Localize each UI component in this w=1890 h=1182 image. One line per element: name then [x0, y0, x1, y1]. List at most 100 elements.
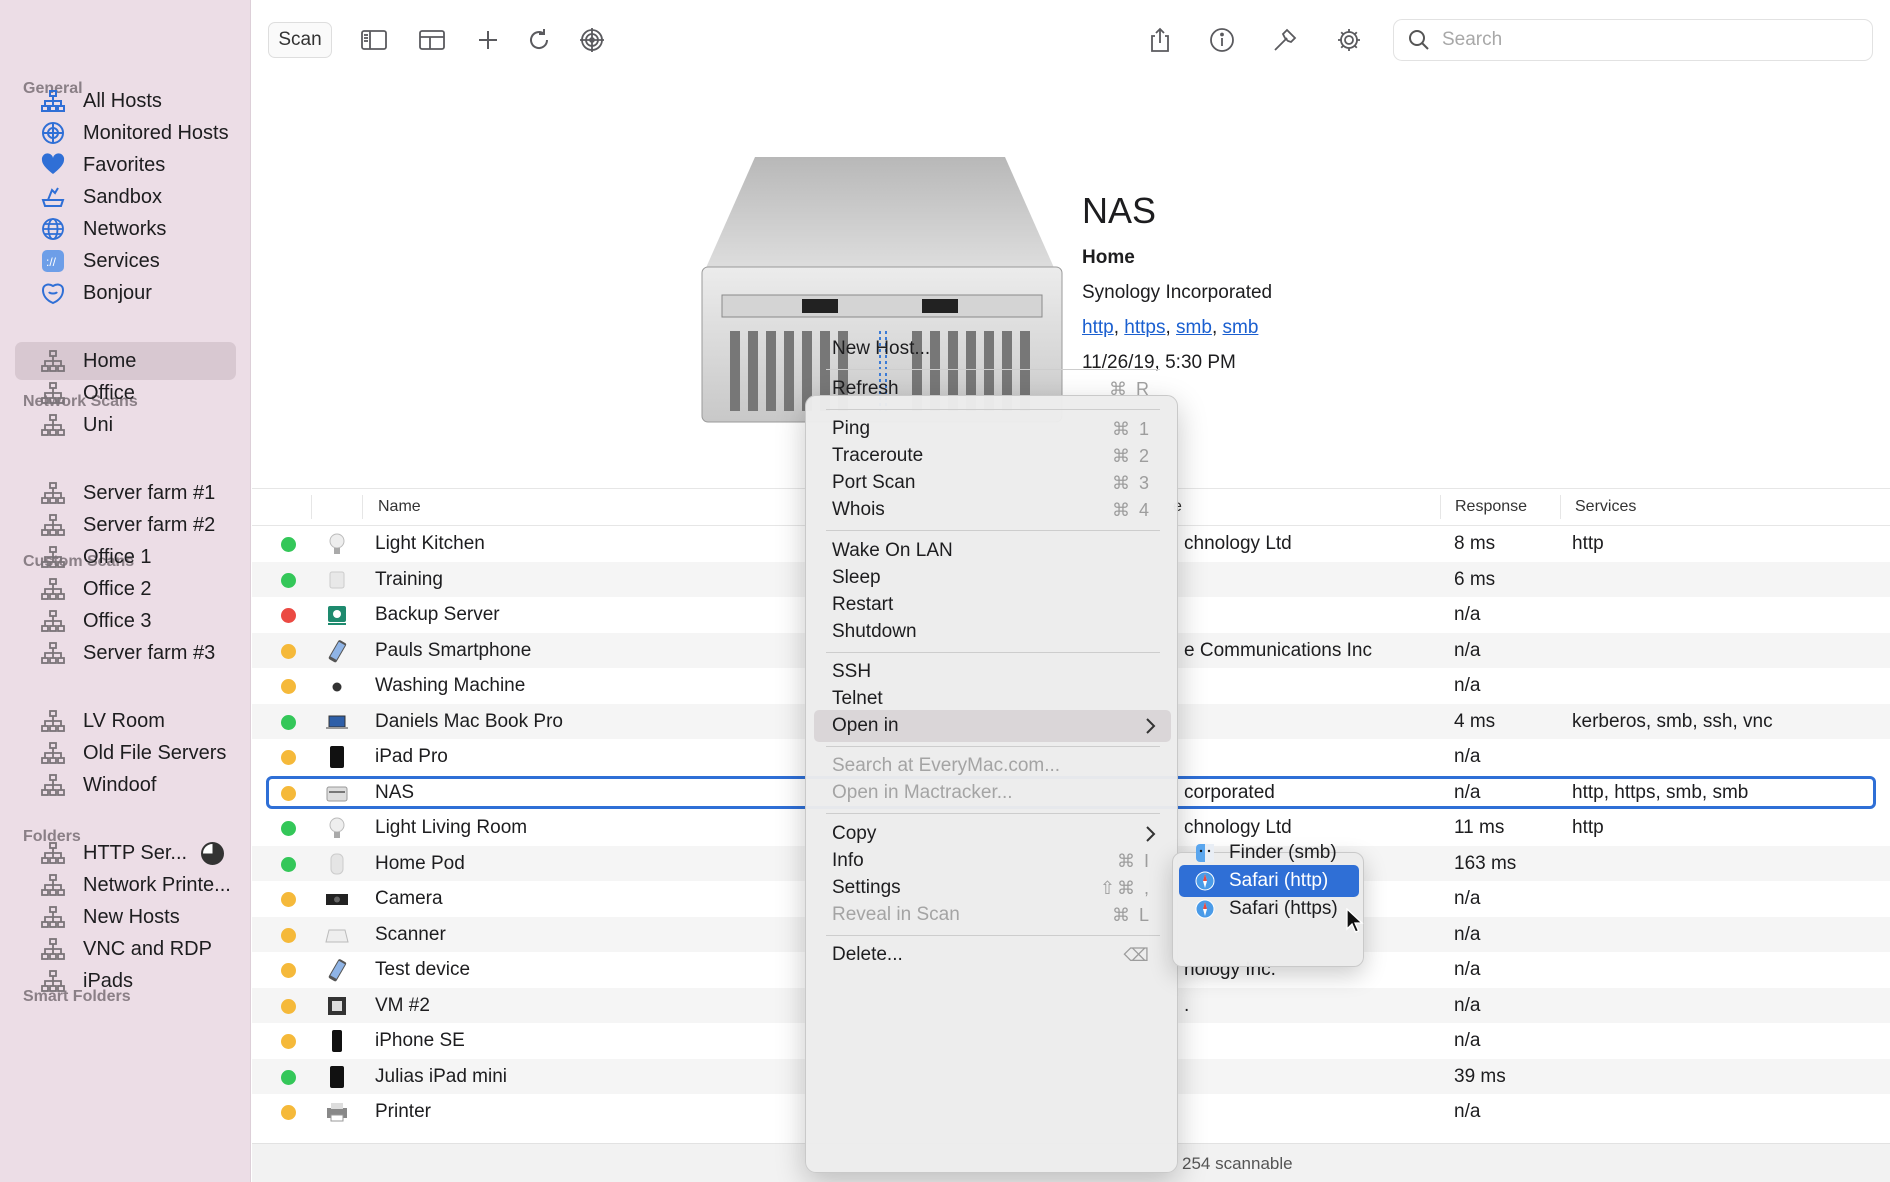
sidebar-item-ipads[interactable]: iPads: [15, 962, 236, 1000]
sidebar-item-server-farm-3[interactable]: Server farm #3: [15, 634, 236, 672]
sidebar-item-uni[interactable]: Uni: [15, 406, 236, 444]
response-cell: n/a: [1454, 959, 1481, 980]
sidebar-item-label: Office 1: [83, 545, 152, 568]
add-icon[interactable]: [468, 22, 508, 58]
network-icon: [40, 936, 66, 962]
status-dot: [281, 714, 296, 730]
mouse-cursor-icon: [1346, 908, 1364, 933]
menu-item-reveal-in-scan[interactable]: Reveal in Scan ⌘ L: [814, 899, 1171, 931]
column-name[interactable]: Name: [378, 498, 421, 516]
scan-button[interactable]: Scan: [268, 22, 332, 58]
menu-shortcut: ⌘ 1: [1111, 418, 1151, 439]
menu-item-label: Traceroute: [832, 445, 924, 466]
context-menu: New Host... Refresh ⌘ R Ping ⌘ 1 Traceroute ⌘ …: [805, 338, 1178, 1173]
status-dot: [281, 1034, 296, 1049]
toolbar: Scan: [252, 0, 1890, 76]
camera-icon: [324, 886, 350, 912]
info-icon[interactable]: [1202, 22, 1242, 58]
response-cell: 8 ms: [1454, 533, 1496, 554]
menu-item-label: Settings: [832, 877, 901, 898]
menu-item-label: Reveal in Scan: [832, 904, 960, 925]
globe-icon: [40, 216, 66, 242]
host-name-cell: Light Kitchen: [375, 533, 485, 554]
host-name-cell: Camera: [375, 888, 443, 909]
menu-item-label: Open in: [832, 715, 899, 736]
vendor-cell: corporated: [1184, 781, 1275, 803]
menu-item-open-in-mactracker[interactable]: Open in Mactracker...: [814, 777, 1171, 809]
menu-separator: [826, 813, 1160, 814]
sidebar-item-label: Home: [83, 349, 137, 372]
host-detail: NAS Home Synology Incorporated http, htt…: [1082, 190, 1272, 373]
response-cell: n/a: [1454, 888, 1481, 909]
network-icon: [40, 544, 66, 570]
menu-item-label: Whois: [832, 499, 885, 520]
sidebar-toggle-icon[interactable]: [354, 22, 394, 58]
sidebar-item-bonjour[interactable]: Bonjour: [15, 274, 236, 312]
menu-item-delete[interactable]: Delete... ⌫: [814, 939, 1171, 971]
hammer-icon[interactable]: [1265, 22, 1305, 58]
menu-item-label: Copy: [832, 823, 877, 844]
menu-item-open-in[interactable]: Open in: [814, 710, 1171, 742]
network-icon: [40, 576, 66, 602]
host-vendor: Synology Incorporated: [1082, 282, 1273, 303]
submenu-item-label: Safari (http): [1229, 870, 1329, 891]
host-name-cell: Pauls Smartphone: [375, 639, 532, 661]
host-name-cell: Home Pod: [375, 852, 465, 874]
sidebar-item-windoof[interactable]: Windoof: [15, 766, 236, 804]
search-input[interactable]: [1442, 29, 1862, 51]
gear-icon[interactable]: [1329, 22, 1369, 58]
status-dot: [281, 679, 296, 694]
network-icon: [40, 380, 66, 406]
host-name-cell: Training: [375, 568, 443, 590]
sidebar-item-label: Monitored Hosts: [83, 121, 229, 144]
target-icon[interactable]: [572, 22, 612, 58]
menu-item-refresh[interactable]: Refresh ⌘ R: [814, 373, 1171, 405]
washing-machine-icon: [324, 673, 350, 699]
share-icon[interactable]: [1140, 22, 1180, 58]
lightbulb-icon: [324, 531, 350, 557]
laptop-icon: [324, 709, 350, 735]
refresh-icon[interactable]: [519, 22, 559, 58]
menu-item-label: Shutdown: [832, 621, 917, 642]
sidebar-item-label: HTTP Ser...: [83, 841, 188, 864]
layout-icon[interactable]: [412, 22, 452, 58]
services-cell: http: [1572, 817, 1604, 838]
host-name: NAS: [1082, 190, 1157, 231]
host-name-cell: Light Living Room: [375, 817, 528, 838]
safari-icon: [1195, 871, 1229, 891]
bonjour-icon: [40, 280, 66, 306]
menu-shortcut: ⌘ R: [1109, 378, 1151, 399]
menu-item-shutdown[interactable]: Shutdown: [814, 616, 1171, 648]
vendor-cell: .: [1184, 994, 1190, 1016]
status-dot: [281, 537, 296, 552]
response-cell: n/a: [1454, 639, 1481, 661]
menu-item-label: Port Scan: [832, 472, 916, 493]
service-link[interactable]: smb: [1176, 317, 1212, 338]
sidebar-item-label: Services: [83, 249, 160, 272]
sidebar-item-label: New Hosts: [83, 905, 180, 928]
search-field[interactable]: [1393, 19, 1873, 61]
service-link[interactable]: smb: [1223, 317, 1259, 338]
network-icon: [40, 772, 66, 798]
sidebar-item-label: All Hosts: [83, 89, 162, 112]
host-name-cell: Backup Server: [375, 604, 500, 625]
finder-icon: [1195, 843, 1229, 863]
sandbox-icon: [40, 184, 66, 210]
menu-item-new-host[interactable]: New Host...: [814, 333, 1171, 365]
services-cell: http, https, smb, smb: [1572, 781, 1749, 803]
column-services[interactable]: Services: [1575, 498, 1636, 516]
sidebar-item-label: VNC and RDP: [83, 937, 212, 960]
response-cell: n/a: [1454, 1030, 1481, 1051]
status-dot: [281, 572, 296, 588]
column-response[interactable]: Response: [1455, 498, 1527, 516]
tablet-icon: [324, 744, 350, 770]
network-icon: [40, 968, 66, 994]
host-name-cell: Printer: [375, 1101, 431, 1122]
menu-item-whois[interactable]: Whois ⌘ 4: [814, 494, 1171, 526]
services-cell: kerberos, smb, ssh, vnc: [1572, 710, 1773, 732]
host-name-cell: iPhone SE: [375, 1030, 465, 1051]
network-icon: [40, 872, 66, 898]
sidebar-item-label: Uni: [83, 413, 114, 436]
submenu-item-safari-https[interactable]: Safari (https): [1179, 893, 1359, 925]
network-icon: [40, 904, 66, 930]
